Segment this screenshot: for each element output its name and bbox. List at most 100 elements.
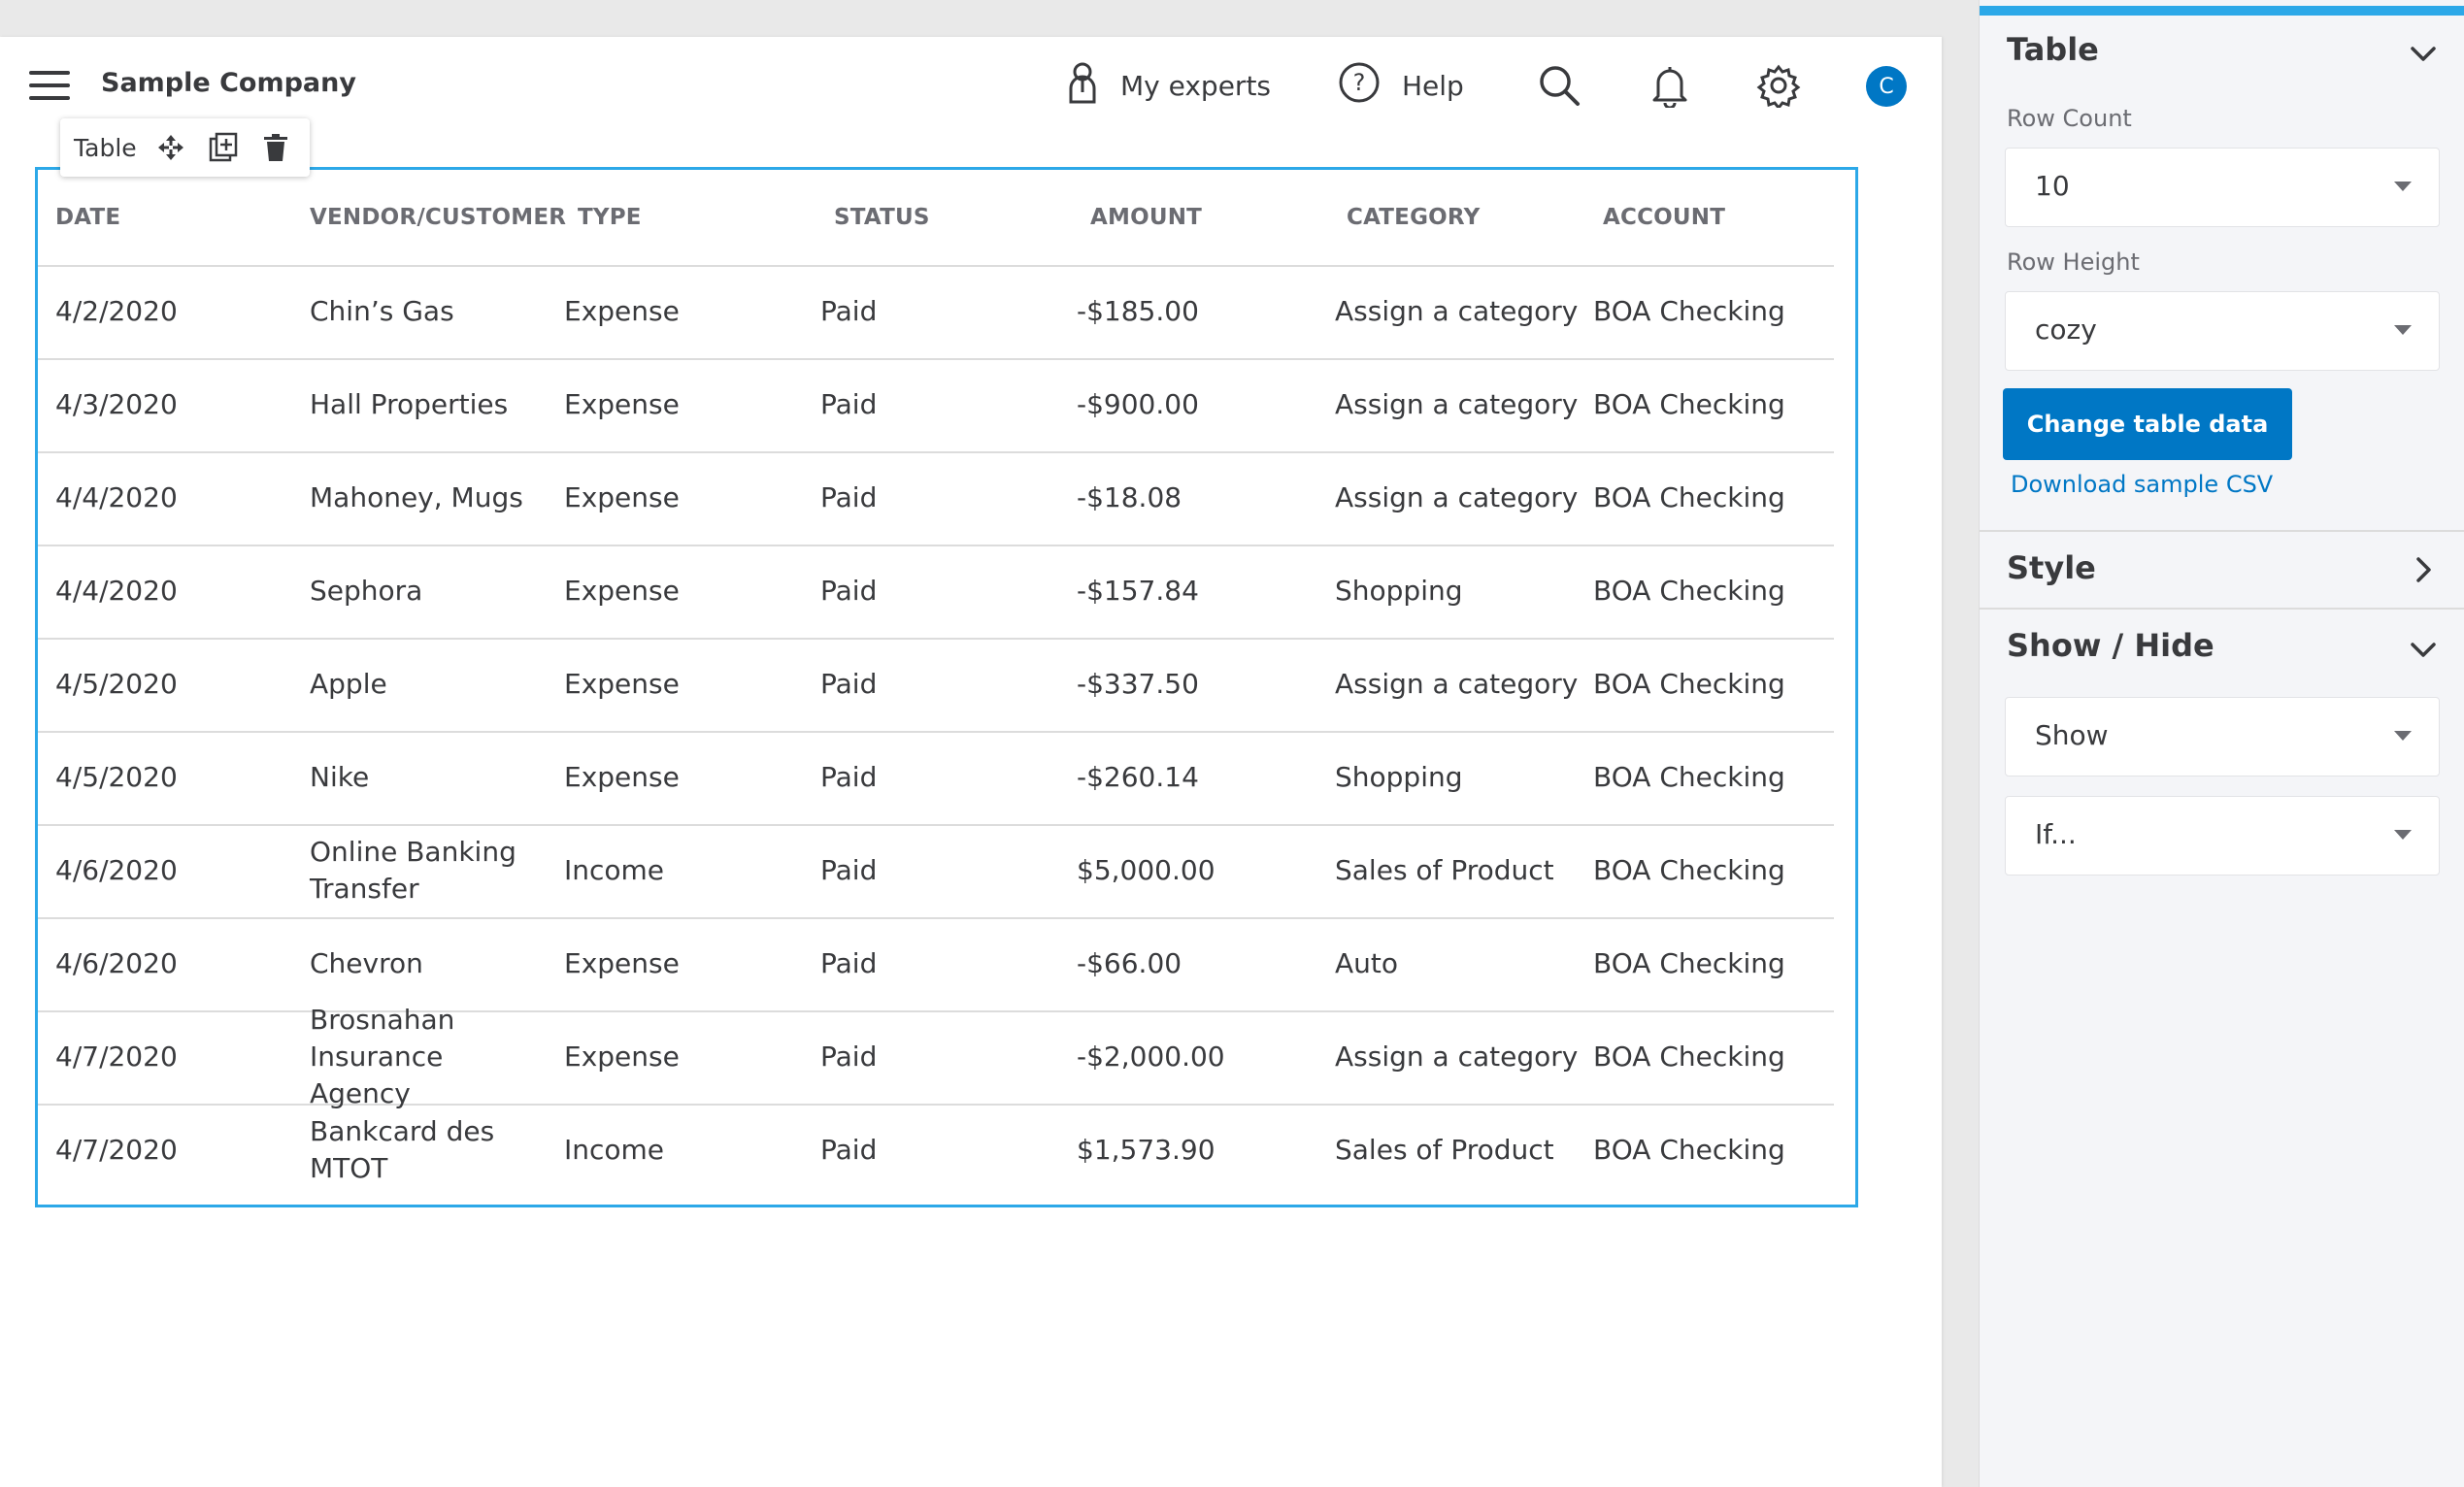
cell-amount: -$185.00 xyxy=(1077,295,1199,327)
cell-type: Expense xyxy=(564,388,680,420)
cell-amount: -$18.08 xyxy=(1077,481,1182,513)
table-row[interactable]: 4/6/2020 Chevron Expense Paid -$66.00 Auto BOA… xyxy=(38,917,1834,1012)
cell-category: Sales of Product xyxy=(1335,1134,1554,1166)
search-icon[interactable] xyxy=(1534,60,1584,111)
svg-text:?: ? xyxy=(1353,69,1366,96)
table-row[interactable]: 4/2/2020 Chin’s Gas Expense Paid -$185.00 Ass… xyxy=(38,265,1834,360)
help-label: Help xyxy=(1402,69,1464,102)
row-count-label: Row Count xyxy=(2007,105,2132,132)
cell-date: 4/5/2020 xyxy=(55,668,178,700)
cell-status: Paid xyxy=(820,1134,878,1166)
cell-vendor: Chevron xyxy=(310,947,423,979)
column-header-amount[interactable]: AMOUNT xyxy=(1090,205,1202,230)
gear-icon[interactable] xyxy=(1753,60,1804,111)
table-row[interactable]: 4/5/2020 Apple Expense Paid -$337.50 Assign a… xyxy=(38,638,1834,733)
cell-status: Paid xyxy=(820,295,878,327)
cell-category: Auto xyxy=(1335,947,1399,979)
cell-category: Assign a category xyxy=(1335,481,1579,513)
column-header-category[interactable]: CATEGORY xyxy=(1347,205,1480,230)
cell-status: Paid xyxy=(820,388,878,420)
row-count-select[interactable]: 10 xyxy=(2005,148,2440,227)
properties-panel: Table Row Count 10 Row Height cozy Chang… xyxy=(1979,0,2464,1487)
bell-icon[interactable] xyxy=(1645,60,1695,111)
row-height-select[interactable]: cozy xyxy=(2005,291,2440,371)
condition-select[interactable]: If... xyxy=(2005,796,2440,876)
cell-vendor: Brosnahan Insurance Agency xyxy=(310,1004,455,1109)
cell-type: Expense xyxy=(564,761,680,793)
cell-amount: -$2,000.00 xyxy=(1077,1041,1225,1073)
cell-account: BOA Checking xyxy=(1593,575,1785,607)
help-icon: ? xyxy=(1338,61,1381,111)
my-experts-label: My experts xyxy=(1120,69,1272,102)
dropdown-caret-icon xyxy=(2394,731,2412,741)
cell-account: BOA Checking xyxy=(1593,761,1785,793)
cell-vendor: Sephora xyxy=(310,575,423,607)
download-sample-csv-link[interactable]: Download sample CSV xyxy=(2011,471,2273,498)
cell-status: Paid xyxy=(820,481,878,513)
cell-type: Expense xyxy=(564,295,680,327)
cell-date: 4/6/2020 xyxy=(55,854,178,886)
table-row[interactable]: 4/7/2020 Brosnahan Insurance Agency Expens… xyxy=(38,1004,1834,1109)
cell-amount: $5,000.00 xyxy=(1077,854,1215,886)
table-row[interactable]: 4/3/2020 Hall Properties Expense Paid -$900.… xyxy=(38,358,1834,453)
cell-date: 4/3/2020 xyxy=(55,388,178,420)
cell-vendor: Chin’s Gas xyxy=(310,295,454,327)
cell-vendor: Mahoney, Mugs xyxy=(310,481,523,513)
row-height-value: cozy xyxy=(2035,314,2097,346)
company-name: Sample Company xyxy=(101,68,356,98)
cell-category: Shopping xyxy=(1335,575,1463,607)
panel-accent-bar xyxy=(1980,6,2464,16)
table-row[interactable]: 4/4/2020 Sephora Expense Paid -$157.84 Shoppi… xyxy=(38,545,1834,640)
row-height-label: Row Height xyxy=(2007,248,2140,276)
cell-status: Paid xyxy=(820,761,878,793)
table-row[interactable]: 4/4/2020 Mahoney, Mugs Expense Paid -$18.08 A… xyxy=(38,451,1834,546)
cell-account: BOA Checking xyxy=(1593,295,1785,327)
chevron-down-icon[interactable] xyxy=(2407,37,2440,70)
cell-type: Expense xyxy=(564,947,680,979)
table-row[interactable]: 4/5/2020 Nike Expense Paid -$260.14 Shopping B… xyxy=(38,731,1834,826)
cell-status: Paid xyxy=(820,575,878,607)
section-divider xyxy=(1980,530,2464,532)
column-header-status[interactable]: STATUS xyxy=(834,205,930,230)
cell-account: BOA Checking xyxy=(1593,1041,1785,1073)
cell-vendor: Nike xyxy=(310,761,370,793)
show-hide-section-title[interactable]: Show / Hide xyxy=(2007,627,2214,664)
cell-amount: $1,573.90 xyxy=(1077,1134,1215,1166)
widget-type-label: Table xyxy=(74,133,137,162)
cell-type: Income xyxy=(564,1134,665,1166)
table-row[interactable]: 4/6/2020 Online Banking Transfer Income Pai… xyxy=(38,824,1834,919)
avatar[interactable]: C xyxy=(1866,66,1907,107)
column-header-type[interactable]: TYPE xyxy=(578,205,642,230)
menu-icon[interactable] xyxy=(29,71,70,100)
cell-vendor: Hall Properties xyxy=(310,388,509,420)
change-table-data-button[interactable]: Change table data xyxy=(2003,388,2292,460)
cell-date: 4/2/2020 xyxy=(55,295,178,327)
cell-category: Assign a category xyxy=(1335,388,1579,420)
dropdown-caret-icon xyxy=(2394,830,2412,840)
cell-category: Assign a category xyxy=(1335,1041,1579,1073)
cell-vendor: Online Banking Transfer xyxy=(310,836,516,905)
column-header-account[interactable]: ACCOUNT xyxy=(1603,205,1725,230)
column-header-vendor[interactable]: VENDOR/CUSTOMER xyxy=(310,205,566,230)
cell-account: BOA Checking xyxy=(1593,854,1785,886)
transactions-table[interactable]: DATE VENDOR/CUSTOMER TYPE STATUS AMOUNT … xyxy=(35,167,1858,1207)
column-header-date[interactable]: DATE xyxy=(55,205,120,230)
style-section-title[interactable]: Style xyxy=(2007,549,2096,586)
table-section-title[interactable]: Table xyxy=(2007,31,2099,68)
help-button[interactable]: ? Help xyxy=(1338,60,1464,111)
show-hide-select[interactable]: Show xyxy=(2005,697,2440,777)
chevron-down-icon[interactable] xyxy=(2407,633,2440,666)
cell-date: 4/5/2020 xyxy=(55,761,178,793)
dropdown-caret-icon xyxy=(2394,325,2412,335)
chevron-right-icon[interactable] xyxy=(2407,553,2440,586)
duplicate-icon[interactable] xyxy=(207,131,240,164)
cell-account: BOA Checking xyxy=(1593,668,1785,700)
cell-account: BOA Checking xyxy=(1593,1134,1785,1166)
my-experts-button[interactable]: My experts xyxy=(1066,60,1271,111)
move-icon[interactable] xyxy=(154,131,187,164)
table-row[interactable]: 4/7/2020 Bankcard des MTOT Income Paid $1,57… xyxy=(38,1104,1834,1197)
cell-type: Income xyxy=(564,854,665,886)
cell-status: Paid xyxy=(820,668,878,700)
cell-category: Shopping xyxy=(1335,761,1463,793)
trash-icon[interactable] xyxy=(259,131,292,164)
